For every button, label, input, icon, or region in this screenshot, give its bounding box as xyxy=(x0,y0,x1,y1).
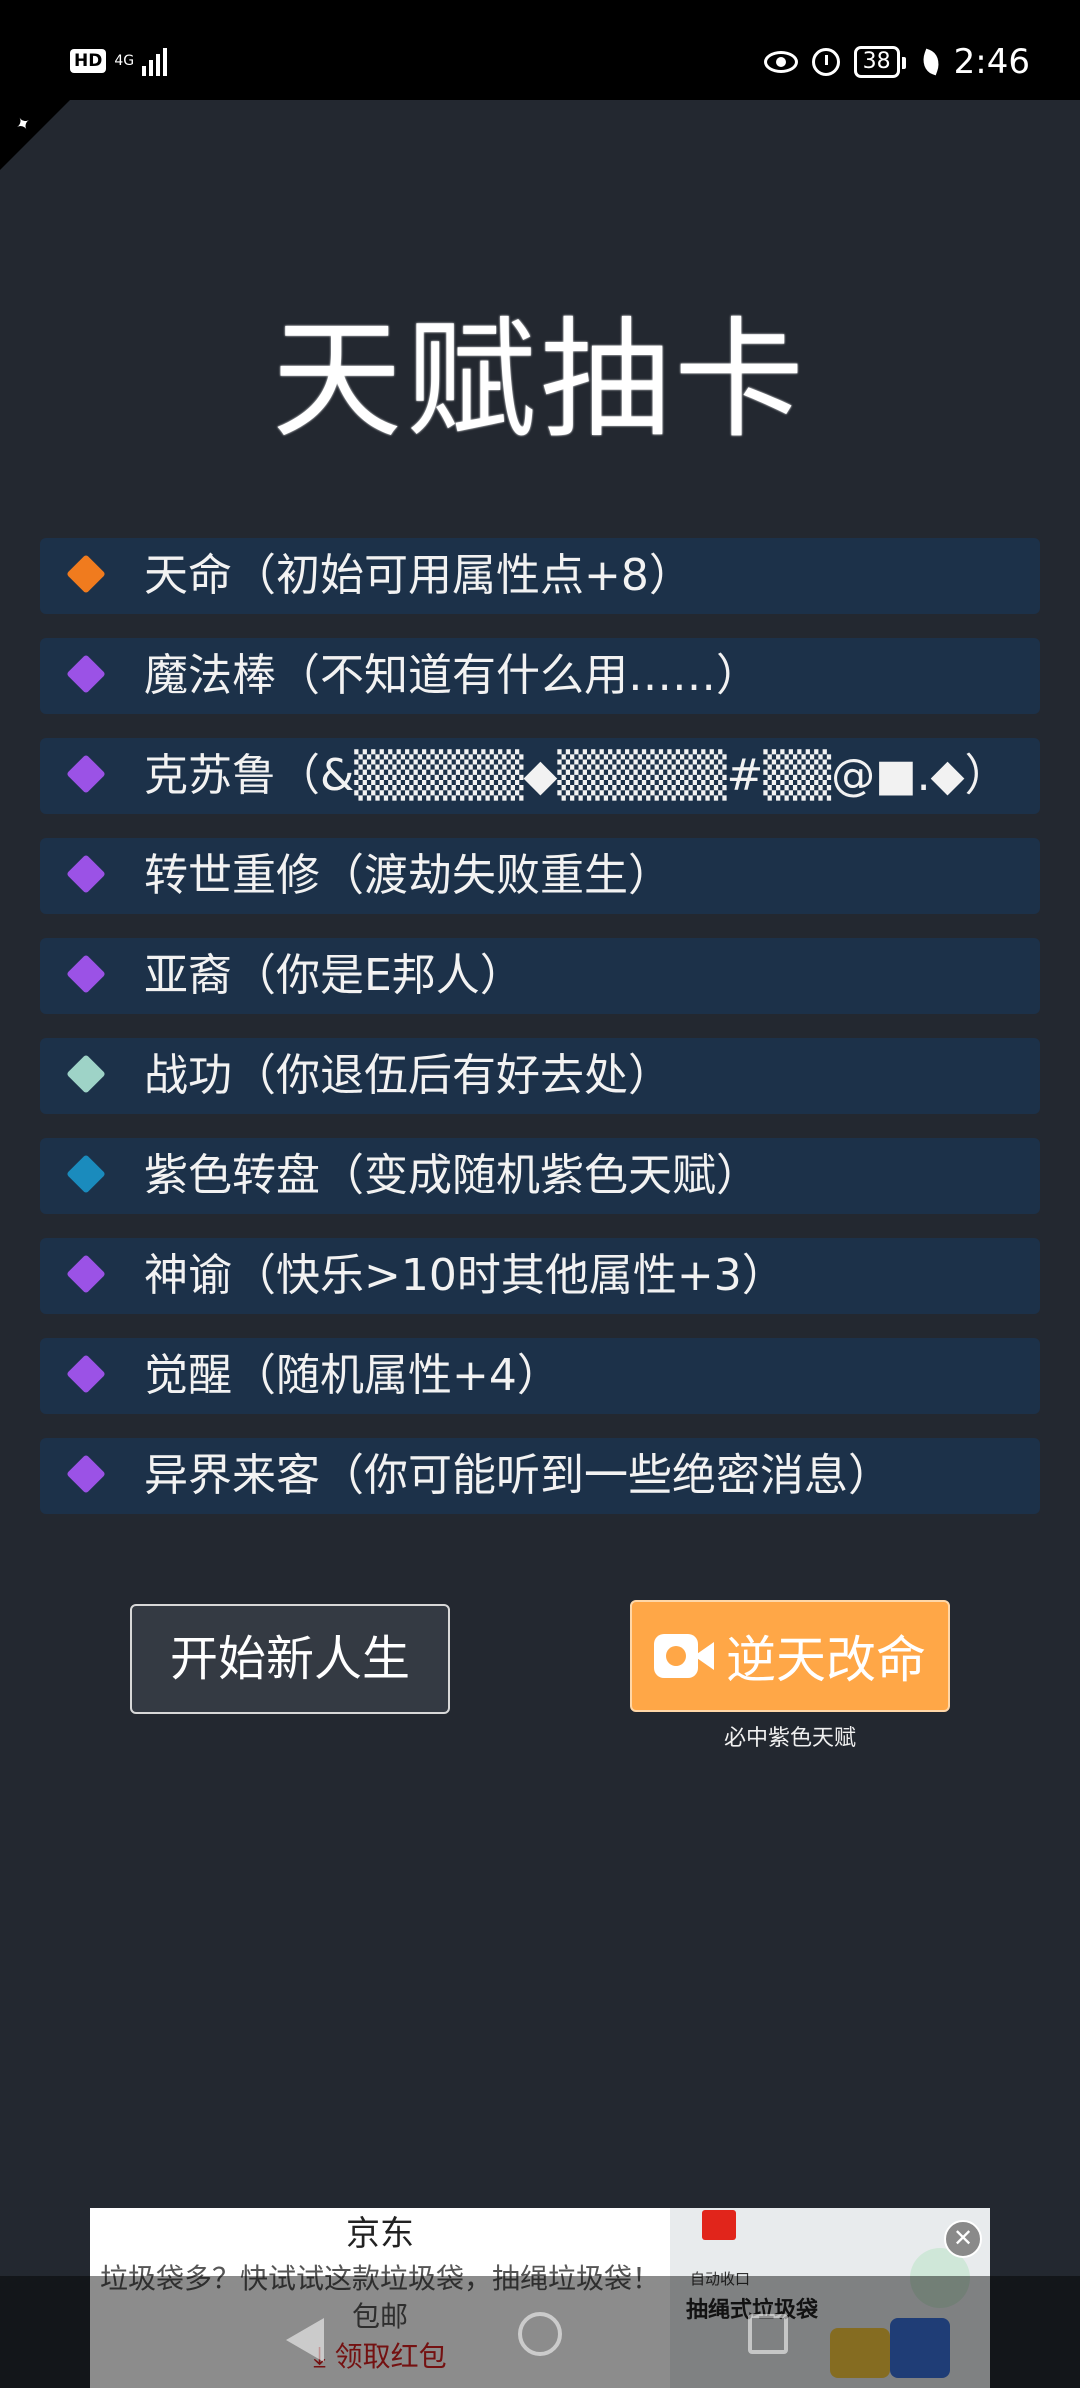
clock: 2:46 xyxy=(953,42,1030,82)
diamond-icon xyxy=(66,1154,106,1194)
diamond-icon xyxy=(66,854,106,894)
talent-label: 战功（你退伍后有好去处） xyxy=(144,1050,672,1101)
defy-fate-subtitle: 必中紫色天赋 xyxy=(723,1726,856,1751)
diamond-icon xyxy=(66,1354,106,1394)
status-bar: HD 4G 38 2:46 xyxy=(0,0,1080,100)
diamond-icon xyxy=(66,654,106,694)
talent-item[interactable]: 亚裔（你是E邦人） xyxy=(40,938,1040,1014)
talent-label: 转世重修（渡劫失败重生） xyxy=(144,850,672,901)
start-new-life-button[interactable]: 开始新人生 xyxy=(130,1604,450,1714)
talent-item[interactable]: 神谕（快乐>10时其他属性+3） xyxy=(40,1238,1040,1314)
battery-indicator: 38 xyxy=(853,46,906,78)
hd-badge: HD xyxy=(70,49,107,73)
talent-label: 异界来客（你可能听到一些绝密消息） xyxy=(144,1450,892,1501)
talent-label: 克苏鲁（&▒▒▒▒▒◆▒▒▒▒▒#▒▒@■.◆） xyxy=(144,750,1009,801)
talent-item[interactable]: 觉醒（随机属性+4） xyxy=(40,1338,1040,1414)
alarm-icon xyxy=(811,48,840,76)
talent-item[interactable]: 克苏鲁（&▒▒▒▒▒◆▒▒▒▒▒#▒▒@■.◆） xyxy=(40,738,1040,814)
diamond-icon xyxy=(66,954,106,994)
talent-item[interactable]: 战功（你退伍后有好去处） xyxy=(40,1038,1040,1114)
home-icon[interactable] xyxy=(518,2312,562,2356)
diamond-icon xyxy=(66,1454,106,1494)
network-type: 4G xyxy=(114,53,135,69)
talent-label: 神谕（快乐>10时其他属性+3） xyxy=(144,1250,786,1301)
back-icon[interactable] xyxy=(286,2318,324,2362)
defy-fate-label: 逆天改命 xyxy=(726,1631,926,1689)
video-camera-icon xyxy=(654,1634,714,1678)
recent-apps-icon[interactable] xyxy=(748,2314,788,2354)
eye-icon xyxy=(763,51,798,73)
ad-brand: 京东 xyxy=(346,2214,414,2254)
talent-item[interactable]: 天命（初始可用属性点+8） xyxy=(40,538,1040,614)
status-left: HD 4G xyxy=(70,46,168,76)
talent-label: 亚裔（你是E邦人） xyxy=(144,950,524,1001)
diamond-icon xyxy=(66,1254,106,1294)
jd-logo xyxy=(702,2210,736,2240)
diamond-icon xyxy=(66,554,106,594)
talent-item[interactable]: 紫色转盘（变成随机紫色天赋） xyxy=(40,1138,1040,1214)
talent-list: 天命（初始可用属性点+8） 魔法棒（不知道有什么用……） 克苏鲁（&▒▒▒▒▒◆… xyxy=(40,538,1040,1538)
close-icon[interactable]: ✕ xyxy=(944,2220,982,2258)
talent-label: 紫色转盘（变成随机紫色天赋） xyxy=(144,1150,760,1201)
leaf-icon xyxy=(918,48,943,76)
talent-label: 天命（初始可用属性点+8） xyxy=(144,550,693,601)
corner-toggle[interactable] xyxy=(0,100,70,170)
status-right: 38 2:46 xyxy=(763,42,1030,82)
talent-label: 魔法棒（不知道有什么用……） xyxy=(144,650,760,701)
talent-label: 觉醒（随机属性+4） xyxy=(144,1350,561,1401)
talent-item[interactable]: 转世重修（渡劫失败重生） xyxy=(40,838,1040,914)
diamond-icon xyxy=(66,754,106,794)
signal-icon xyxy=(142,46,168,76)
page-title: 天赋抽卡 xyxy=(271,304,808,456)
talent-item[interactable]: 魔法棒（不知道有什么用……） xyxy=(40,638,1040,714)
talent-item[interactable]: 异界来客（你可能听到一些绝密消息） xyxy=(40,1438,1040,1514)
defy-fate-button[interactable]: 逆天改命 xyxy=(630,1600,950,1712)
diamond-icon xyxy=(66,1054,106,1094)
